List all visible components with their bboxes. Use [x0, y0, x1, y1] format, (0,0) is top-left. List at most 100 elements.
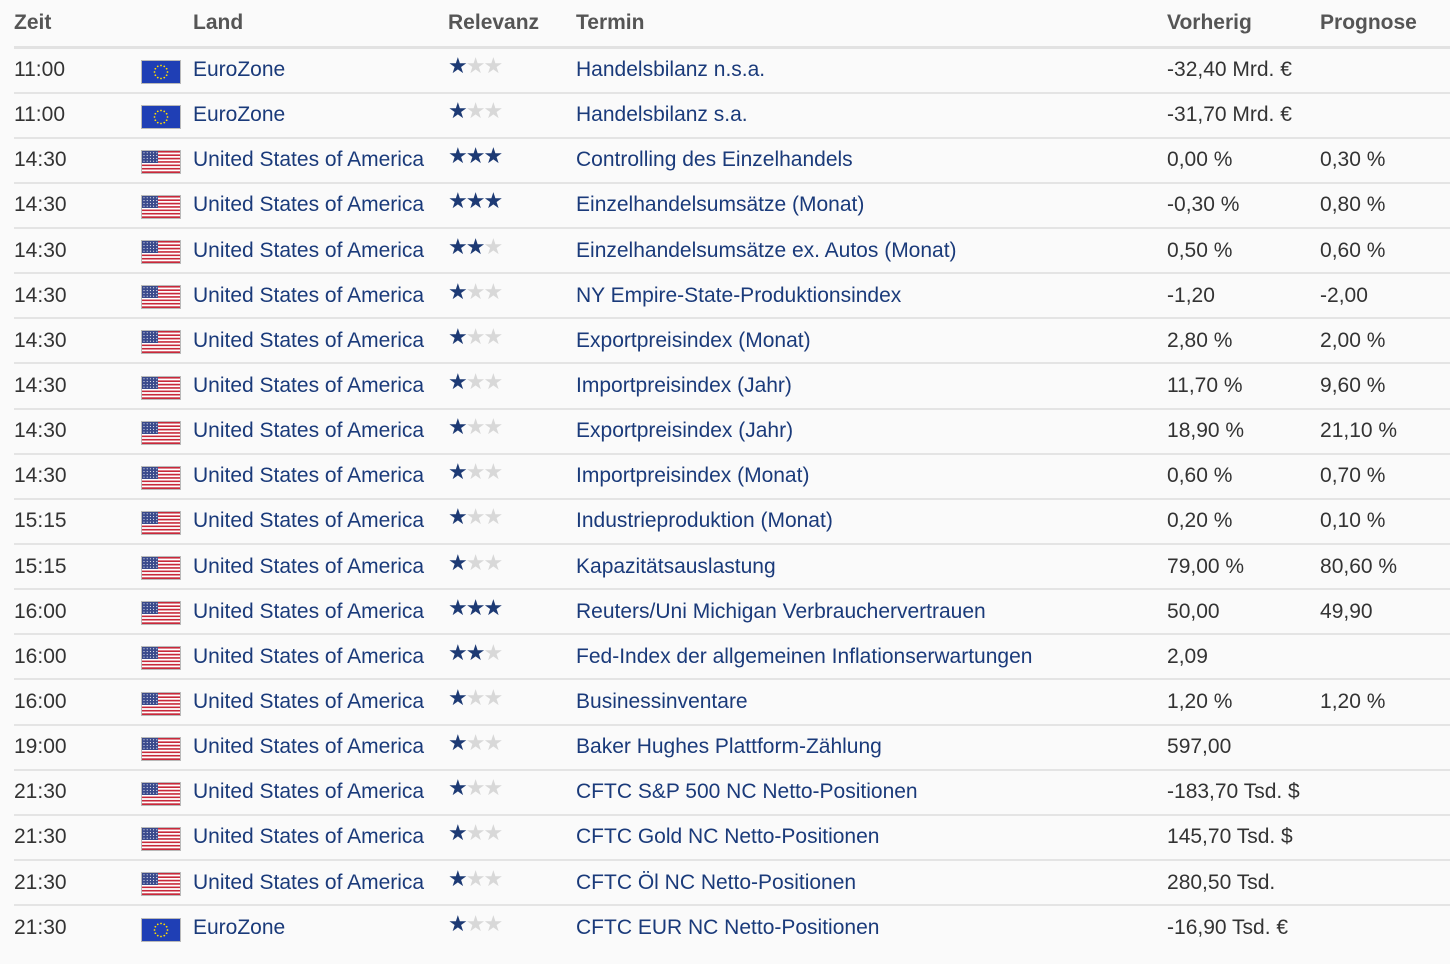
table-row[interactable]: 11:00 EuroZone ★★★ Handelsbilanz s.a. -3…	[14, 93, 1450, 138]
table-row[interactable]: 11:00 EuroZone ★★★ Handelsbilanz n.s.a. …	[14, 48, 1450, 93]
event-link[interactable]: CFTC Öl NC Netto-Positionen	[576, 860, 1167, 905]
us-flag-icon	[141, 781, 181, 806]
event-link[interactable]: CFTC S&P 500 NC Netto-Positionen	[576, 770, 1167, 815]
star-filled-icon: ★	[448, 278, 468, 304]
star-filled-icon: ★	[448, 233, 468, 259]
event-link[interactable]: Reuters/Uni Michigan Verbrauchervertraue…	[576, 589, 1167, 634]
event-time: 19:00	[14, 735, 67, 759]
country-name: United States of America	[193, 870, 425, 894]
event-link[interactable]: Importpreisindex (Jahr)	[576, 363, 1167, 408]
forecast-value: 0,80 %	[1320, 193, 1386, 217]
star-empty-icon: ★	[465, 504, 486, 530]
table-row[interactable]: 16:00 United States of America ★★★ Reute…	[14, 589, 1450, 635]
event-link[interactable]: Kapazitätsauslastung	[576, 544, 1167, 589]
star-empty-icon: ★	[483, 504, 503, 530]
relevance-stars: ★★★	[448, 911, 503, 937]
table-row[interactable]: 21:30 United States of America ★★★ CFTC …	[14, 770, 1450, 815]
previous-value: 280,50 Tsd.	[1167, 870, 1276, 894]
event-link[interactable]: Controlling des Einzelhandels	[576, 138, 1167, 183]
event-link[interactable]: Exportpreisindex (Monat)	[576, 318, 1167, 363]
relevance-stars: ★★★	[448, 459, 503, 485]
country-name: United States of America	[193, 825, 425, 849]
country-name: EuroZone	[193, 58, 286, 82]
us-flag-icon	[141, 736, 181, 761]
table-row[interactable]: 14:30 United States of America ★★★ Einze…	[14, 228, 1450, 274]
forecast-value: 0,30 %	[1320, 148, 1386, 172]
table-row[interactable]: 14:30 United States of America ★★★ NY Em…	[14, 273, 1450, 319]
table-row[interactable]: 15:15 United States of America ★★★ Kapaz…	[14, 544, 1450, 590]
star-filled-icon: ★	[448, 685, 468, 711]
previous-value: 0,00 %	[1167, 148, 1233, 172]
star-empty-icon: ★	[465, 549, 486, 575]
table-row[interactable]: 14:30 United States of America ★★★ Expor…	[14, 409, 1450, 454]
table-row[interactable]: 21:30 EuroZone ★★★ CFTC EUR NC Netto-Pos…	[14, 905, 1450, 950]
star-filled-icon: ★	[483, 188, 503, 214]
forecast-value: 1,20 %	[1320, 690, 1386, 714]
previous-value: 0,20 %	[1167, 509, 1233, 533]
previous-value: -16,90 Tsd. €	[1167, 916, 1289, 940]
table-row[interactable]: 14:30 United States of America ★★★ Impor…	[14, 454, 1450, 499]
us-flag-icon	[141, 420, 181, 445]
event-link[interactable]: Industrieproduktion (Monat)	[576, 499, 1167, 544]
table-row[interactable]: 16:00 United States of America ★★★ Fed-I…	[14, 634, 1450, 680]
forecast-value: 21,10 %	[1320, 419, 1398, 443]
previous-value: -0,30 %	[1167, 193, 1240, 217]
us-flag-icon	[141, 285, 181, 310]
table-row[interactable]: 14:30 United States of America ★★★ Impor…	[14, 363, 1450, 409]
star-empty-icon: ★	[465, 865, 486, 891]
event-time: 15:15	[14, 509, 67, 533]
star-empty-icon: ★	[483, 820, 503, 846]
star-empty-icon: ★	[465, 369, 486, 395]
event-link[interactable]: CFTC EUR NC Netto-Positionen	[576, 905, 1167, 950]
event-time: 14:30	[14, 374, 67, 398]
table-row[interactable]: 21:30 United States of America ★★★ CFTC …	[14, 860, 1450, 906]
star-filled-icon: ★	[483, 143, 503, 169]
forecast-value	[1320, 725, 1450, 770]
event-time: 15:15	[14, 554, 67, 578]
header-forecast: Prognose	[1320, 0, 1450, 49]
forecast-value: 9,60 %	[1320, 374, 1386, 398]
table-row[interactable]: 14:30 United States of America ★★★ Expor…	[14, 318, 1450, 364]
forecast-value	[1320, 48, 1450, 93]
event-link[interactable]: Importpreisindex (Monat)	[576, 454, 1167, 499]
event-link[interactable]: CFTC Gold NC Netto-Positionen	[576, 815, 1167, 860]
relevance-stars: ★★★	[448, 188, 503, 214]
us-flag-icon	[141, 646, 181, 671]
previous-value: 79,00 %	[1167, 554, 1245, 578]
star-empty-icon: ★	[465, 53, 486, 79]
star-empty-icon: ★	[465, 459, 486, 485]
event-time: 14:30	[14, 148, 67, 172]
star-filled-icon: ★	[465, 188, 486, 214]
forecast-value	[1320, 860, 1450, 905]
event-link[interactable]: Handelsbilanz n.s.a.	[576, 48, 1167, 93]
country-name: United States of America	[193, 283, 425, 307]
event-link[interactable]: Einzelhandelsumsätze (Monat)	[576, 183, 1167, 228]
event-link[interactable]: Exportpreisindex (Jahr)	[576, 409, 1167, 454]
table-row[interactable]: 14:30 United States of America ★★★ Contr…	[14, 138, 1450, 183]
event-link[interactable]: Businessinventare	[576, 679, 1167, 724]
event-link[interactable]: Handelsbilanz s.a.	[576, 93, 1167, 138]
event-link[interactable]: NY Empire-State-Produktionsindex	[576, 273, 1167, 318]
event-time: 21:30	[14, 825, 67, 849]
forecast-value	[1320, 634, 1450, 679]
forecast-value	[1320, 770, 1450, 815]
table-row[interactable]: 16:00 United States of America ★★★ Busin…	[14, 679, 1450, 725]
table-row[interactable]: 21:30 United States of America ★★★ CFTC …	[14, 815, 1450, 861]
table-row[interactable]: 14:30 United States of America ★★★ Einze…	[14, 183, 1450, 229]
star-filled-icon: ★	[448, 911, 468, 937]
table-row[interactable]: 19:00 United States of America ★★★ Baker…	[14, 725, 1450, 770]
us-flag-icon	[141, 872, 181, 897]
eu-flag-icon	[141, 917, 181, 942]
star-filled-icon: ★	[448, 323, 468, 349]
star-filled-icon: ★	[465, 233, 486, 259]
event-link[interactable]: Baker Hughes Plattform-Zählung	[576, 725, 1167, 770]
us-flag-icon	[141, 691, 181, 716]
star-filled-icon: ★	[465, 639, 486, 665]
star-empty-icon: ★	[483, 911, 503, 937]
previous-value: -32,40 Mrd. €	[1167, 58, 1292, 82]
economic-calendar: Zeit Land Relevanz Termin Vorherig Progn…	[14, 0, 1450, 950]
event-link[interactable]: Fed-Index der allgemeinen Inflationserwa…	[576, 634, 1167, 679]
event-link[interactable]: Einzelhandelsumsätze ex. Autos (Monat)	[576, 228, 1167, 273]
table-row[interactable]: 15:15 United States of America ★★★ Indus…	[14, 499, 1450, 545]
relevance-stars: ★★★	[448, 820, 503, 846]
